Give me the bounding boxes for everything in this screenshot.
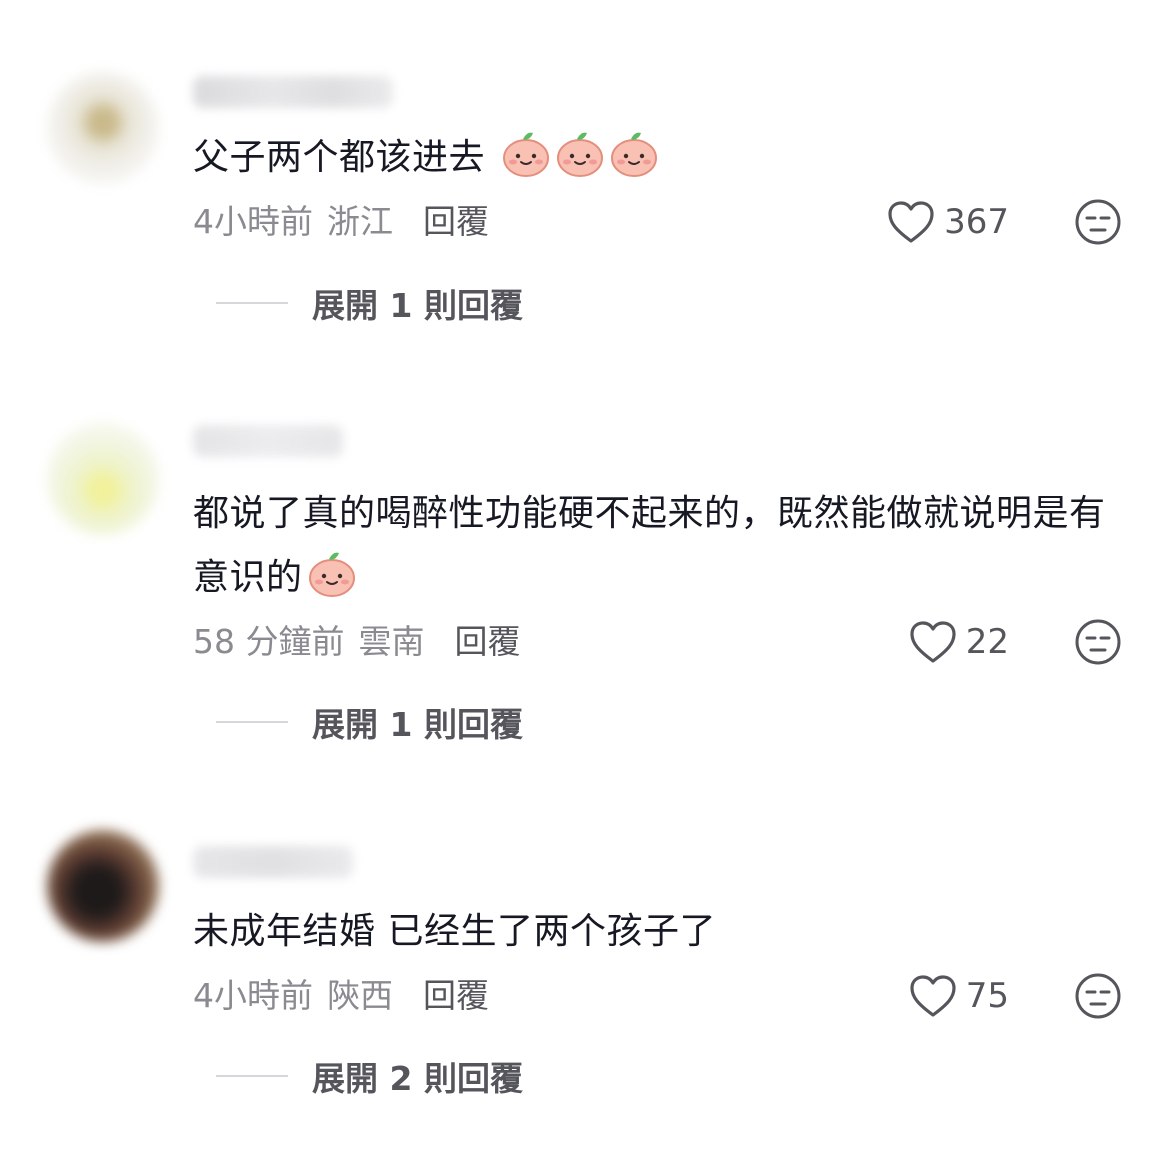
comment-location: 浙江 [327,202,393,241]
avatar[interactable] [47,72,159,184]
peach-smile-emoji [556,132,603,177]
peach-smile-emoji [308,552,355,597]
comment-meta: 4小時前 浙江 回覆 [193,202,489,242]
expand-replies-label: 展開 1 則回覆 [312,286,523,325]
expand-divider [216,721,288,723]
comment-location: 雲南 [358,622,425,661]
expand-replies-label: 展開 1 則回覆 [312,705,523,744]
like-button[interactable]: 22 [908,620,1009,664]
comment-text-content: 未成年结婚 已经生了两个孩子了 [193,911,716,952]
comment-meta: 58 分鐘前 雲南 回覆 [193,622,520,662]
comment-meta: 4小時前 陝西 回覆 [193,976,489,1016]
like-button[interactable]: 75 [908,974,1009,1018]
comment-text-content: 父子两个都该进去 [193,137,486,178]
username-blurred[interactable] [193,76,393,108]
comment-text: 父子两个都该进去 [193,126,1123,190]
expand-replies-button[interactable]: 展開 1 則回覆 [216,702,523,744]
reply-button[interactable]: 回覆 [454,622,520,661]
expand-replies-button[interactable]: 展開 1 則回覆 [216,283,523,325]
like-count: 75 [965,976,1009,1016]
meh-face-icon[interactable] [1074,618,1122,666]
username-blurred[interactable] [193,846,353,878]
avatar[interactable] [47,423,159,535]
heart-outline-icon [910,621,956,663]
expand-replies-button[interactable]: 展開 2 則回覆 [216,1056,523,1098]
peach-smile-emoji [610,132,657,177]
heart-outline-icon [910,975,956,1017]
like-button[interactable]: 367 [886,200,1009,244]
username-blurred[interactable] [193,425,343,457]
expand-divider [216,302,288,304]
expand-divider [216,1075,288,1077]
peach-emoji-group [485,132,659,178]
comment-time: 58 分鐘前 [193,622,345,661]
like-count: 367 [944,202,1009,242]
avatar[interactable] [47,830,159,942]
comment-text: 未成年结婚 已经生了两个孩子了 [193,900,1123,964]
comment-time: 4小時前 [193,202,313,241]
comment-text: 都说了真的喝醉性功能硬不起来的，既然能做就说明是有意识的 [193,482,1123,610]
comment-location: 陝西 [327,976,393,1015]
peach-smile-emoji [502,132,549,177]
meh-face-icon[interactable] [1074,972,1122,1020]
like-count: 22 [965,622,1009,662]
comment-time: 4小時前 [193,976,313,1015]
heart-outline-icon [888,201,934,243]
meh-face-icon[interactable] [1074,198,1122,246]
reply-button[interactable]: 回覆 [423,976,489,1015]
expand-replies-label: 展開 2 則回覆 [312,1059,523,1098]
reply-button[interactable]: 回覆 [423,202,489,241]
